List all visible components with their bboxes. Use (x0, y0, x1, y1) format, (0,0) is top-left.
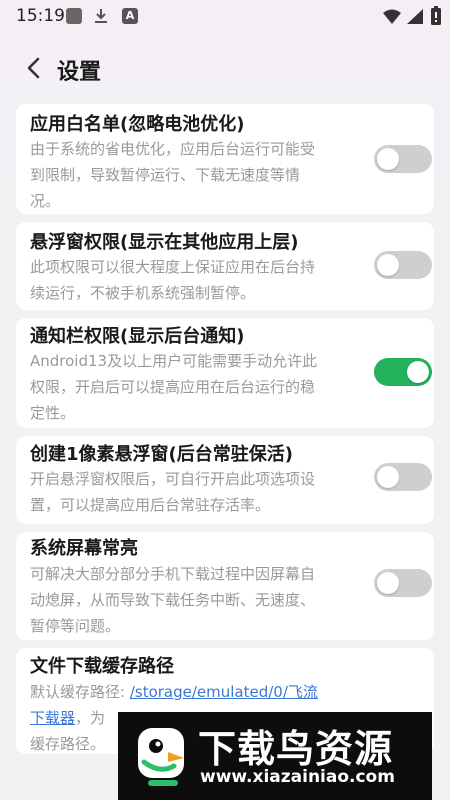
watermark-title: 下载鸟资源 (198, 727, 394, 771)
cache-path-prefix: 默认缓存路径: (30, 683, 130, 701)
description-line: 暂停等问题。 (30, 617, 121, 635)
setting-description: Android13及以上用户可能需要手动允许此 权限，开启后可以提高应用在后台运… (30, 348, 370, 426)
cache-path-link-cont[interactable]: 下载器 (30, 709, 75, 727)
setting-card-whitelist: 应用白名单(忽略电池优化) 由于系统的省电优化，应用后台运行可能受 到限制，导致… (16, 104, 434, 214)
wifi-icon (383, 9, 401, 25)
description-line: 权限，开启后可以提高应用在后台运行的稳 (30, 378, 316, 396)
gallery-icon (66, 8, 82, 24)
watermark-banner: 下载鸟资源 www.xiazainiao.com (118, 712, 432, 800)
setting-card-floating-window: 悬浮窗权限(显示在其他应用上层) 此项权限可以很大程度上保证应用在后台持 续运行… (16, 222, 434, 310)
setting-card-notification: 通知栏权限(显示后台通知) Android13及以上用户可能需要手动允许此 权限… (16, 318, 434, 428)
setting-title: 悬浮窗权限(显示在其他应用上层) (30, 232, 299, 253)
a-app-icon: A (122, 8, 138, 24)
toggle-knob (377, 466, 399, 488)
floating-window-toggle[interactable] (374, 251, 432, 279)
download-icon (93, 8, 109, 24)
header: 设置 (0, 44, 450, 92)
description-line: 况。 (30, 192, 61, 210)
description-line: 可解决大部分部分手机下载过程中因屏幕自 (30, 565, 316, 583)
toggle-knob (407, 361, 429, 383)
bird-logo-icon (134, 722, 192, 790)
description-line: 此项权限可以很大程度上保证应用在后台持 (30, 258, 316, 276)
setting-description: 可解决大部分部分手机下载过程中因屏幕自 动熄屏，从而导致下载任务中断、无速度、 … (30, 561, 370, 639)
description-line: 置，可以提高应用后台常驻存活率。 (30, 496, 271, 514)
setting-title: 系统屏幕常亮 (30, 538, 138, 559)
setting-card-pixel-window: 创建1像素悬浮窗(后台常驻保活) 开启悬浮窗权限后，可自行开启此项选项设 置，可… (16, 436, 434, 524)
battery-icon (431, 6, 441, 25)
description-line: 开启悬浮窗权限后，可自行开启此项选项设 (30, 470, 316, 488)
setting-description: 开启悬浮窗权限后，可自行开启此项选项设 置，可以提高应用后台常驻存活率。 (30, 466, 370, 518)
setting-title: 应用白名单(忽略电池优化) (30, 114, 245, 135)
setting-description: 此项权限可以很大程度上保证应用在后台持 续运行，不被手机系统强制暂停。 (30, 254, 370, 306)
signal-icon (407, 9, 423, 25)
cache-path-link[interactable]: /storage/emulated/0/飞流 (130, 683, 318, 701)
toggle-knob (377, 572, 399, 594)
whitelist-toggle[interactable] (374, 145, 432, 173)
pixel-window-toggle[interactable] (374, 463, 432, 491)
screen-on-toggle[interactable] (374, 569, 432, 597)
cache-path-suffix: ，为 (75, 709, 106, 727)
description-line: 默认缓存路径: /storage/emulated/0/飞流 (30, 679, 430, 705)
toggle-knob (377, 148, 399, 170)
watermark-url: www.xiazainiao.com (200, 767, 395, 787)
setting-card-screen-on: 系统屏幕常亮 可解决大部分部分手机下载过程中因屏幕自 动熄屏，从而导致下载任务中… (16, 532, 434, 640)
description-line: Android13及以上用户可能需要手动允许此 (30, 352, 318, 370)
description-line: 到限制，导致暂停运行、下载无速度等情 (30, 166, 301, 184)
description-line: 动熄屏，从而导致下载任务中断、无速度、 (30, 591, 316, 609)
status-time: 15:19 (16, 6, 65, 26)
notification-toggle[interactable] (374, 358, 432, 386)
page-title: 设置 (57, 60, 102, 85)
setting-title: 文件下载缓存路径 (30, 656, 174, 677)
toggle-knob (377, 254, 399, 276)
chevron-left-icon[interactable] (22, 56, 46, 80)
description-line: 由于系统的省电优化，应用后台运行可能受 (30, 140, 316, 158)
status-bar: 15:19 A (0, 0, 450, 32)
setting-title: 创建1像素悬浮窗(后台常驻保活) (30, 444, 293, 465)
description-line: 定性。 (30, 404, 76, 422)
description-line: 续运行，不被手机系统强制暂停。 (30, 284, 256, 302)
setting-title: 通知栏权限(显示后台通知) (30, 326, 245, 347)
setting-description: 由于系统的省电优化，应用后台运行可能受 到限制，导致暂停运行、下载无速度等情 况… (30, 136, 370, 214)
